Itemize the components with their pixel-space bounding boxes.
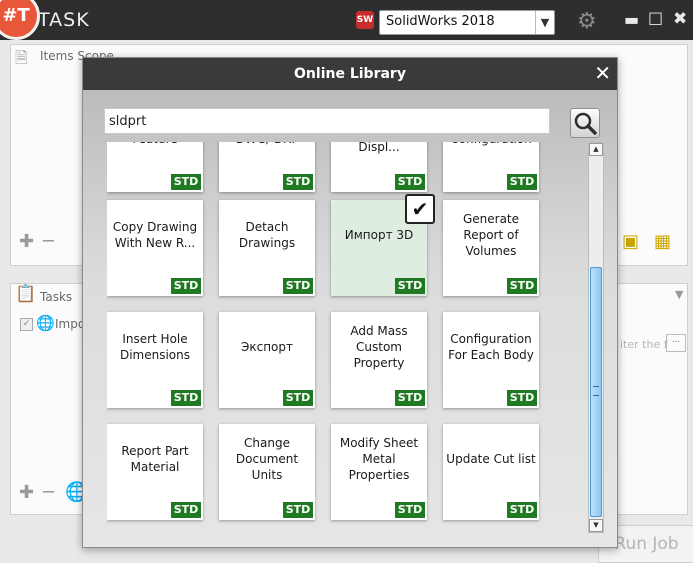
tile-label: Экспорт [240,340,294,354]
cad-version-value: SolidWorks 2018 [386,14,495,29]
tile-label: Activate Configuration [445,142,537,166]
online-library-dialog: Online Library ✕ Weldment FeatureSTDSave… [82,57,618,548]
library-tile[interactable]: Modify Sheet Metal Properties STD [331,424,427,520]
dialog-title: Online Library [83,58,617,90]
library-tile[interactable]: Insert Hole Dimensions STD [107,312,203,408]
std-badge: STD [395,278,425,294]
library-tile[interactable]: Change Document Units STD [219,424,315,520]
cad-version-select[interactable]: SolidWorks 2018 ▼ [379,10,555,35]
tile-label: Modify Sheet Metal Properties [339,436,419,482]
tasks-label: Tasks [40,290,73,304]
remove-icon[interactable]: ─ [43,231,54,252]
task-checkbox[interactable]: ✓ [20,318,33,331]
minimize-icon[interactable]: ▬ [624,10,639,29]
tile-label: Add Mass Custom Property [350,324,408,370]
tile-label: Report Part Material [121,444,189,474]
library-tile[interactable]: Activate Configuration STD [443,142,539,192]
std-badge: STD [507,278,537,294]
search-input[interactable] [104,108,550,134]
library-tile[interactable]: Generate Report of Volumes STD [443,200,539,296]
library-tile[interactable]: Импорт 3D STD ✔ [331,194,435,296]
filter-input[interactable]: iter the f [620,338,668,351]
library-tile[interactable]: Detach Drawings STD [219,200,315,296]
close-icon[interactable]: ✕ [594,61,611,85]
tile-label: Weldment Feature [109,142,201,166]
tile-label: Change Document Units [235,436,299,482]
library-tile-grid: Weldment Feature STD Save Part DWG/ DXF STD… [107,142,581,531]
tile-label: Configuration For Each Body [448,332,534,362]
app-title: TASK [38,9,90,31]
std-badge: STD [171,174,201,190]
remove-icon[interactable]: ─ [43,482,54,503]
part-cube-icon[interactable]: ▣ [622,231,639,252]
std-badge: STD [171,502,201,518]
task-item-label[interactable]: Impo [55,317,85,331]
tile-label: Save Part DWG/ DXF [221,142,313,166]
std-badge: STD [395,174,425,190]
gear-icon[interactable]: ⚙ [577,9,597,34]
std-badge: STD [283,174,313,190]
solidworks-icon: SW [356,11,374,29]
library-tile[interactable]: Copy Drawing With New R... STD [107,200,203,296]
library-tile[interactable]: Configuration For Each Body STD [443,312,539,408]
library-tile[interactable]: Экспорт STD [219,312,315,408]
app-logo: #T [0,0,40,40]
add-icon[interactable]: ✚ [19,482,34,503]
scrollbar-thumb[interactable] [590,267,602,517]
library-tile[interactable]: Weldment Feature STD [107,142,203,192]
std-badge: STD [283,278,313,294]
tile-label: Detach Drawings [238,220,296,250]
globe-icon: 🌐 [36,314,55,332]
std-badge: STD [507,390,537,406]
library-tile[interactable]: Report Part Material STD [107,424,203,520]
std-badge: STD [395,390,425,406]
more-button[interactable]: ... [666,334,686,352]
tile-label: Update Cut list [446,452,536,466]
document-icon: 🗎 [15,48,28,67]
assembly-icon[interactable]: ▦ [654,231,671,252]
clipboard-icon: 📋 [15,284,37,304]
library-tile[interactable]: Update Cut list STD [443,424,539,520]
chevron-down-icon[interactable]: ▼ [535,11,554,34]
std-badge: STD [507,174,537,190]
chevron-down-icon[interactable]: ▼ [675,288,683,301]
vertical-scrollbar[interactable]: ▲ ▼ [588,142,604,533]
scroll-down-icon[interactable]: ▼ [589,519,603,532]
close-window-icon[interactable]: ✖ [673,9,687,29]
selected-checkmark-icon[interactable]: ✔ [405,194,435,224]
add-icon[interactable]: ✚ [19,231,34,252]
std-badge: STD [283,502,313,518]
std-badge: STD [395,502,425,518]
library-tile[interactable]: Add Mass Custom Property STD [331,312,427,408]
title-bar: #T TASK SW SolidWorks 2018 ▼ ⚙ ▬ □ ✖ [0,0,693,40]
tile-label: Generate Report of Volumes [462,212,520,258]
maximize-icon[interactable]: □ [648,8,663,27]
scroll-up-icon[interactable]: ▲ [589,143,603,156]
std-badge: STD [507,502,537,518]
library-tile[interactable]: Configuration For Each Displ... STD [331,142,427,192]
library-tile[interactable]: Save Part DWG/ DXF STD [219,142,315,192]
tile-label: Configuration For Each Displ... [358,142,400,154]
std-badge: STD [283,390,313,406]
search-button[interactable] [570,108,600,138]
search-icon [574,112,597,135]
tile-label: Copy Drawing With New R... [112,220,198,250]
std-badge: STD [171,278,201,294]
std-badge: STD [171,390,201,406]
tile-label: Insert Hole Dimensions [119,332,191,362]
